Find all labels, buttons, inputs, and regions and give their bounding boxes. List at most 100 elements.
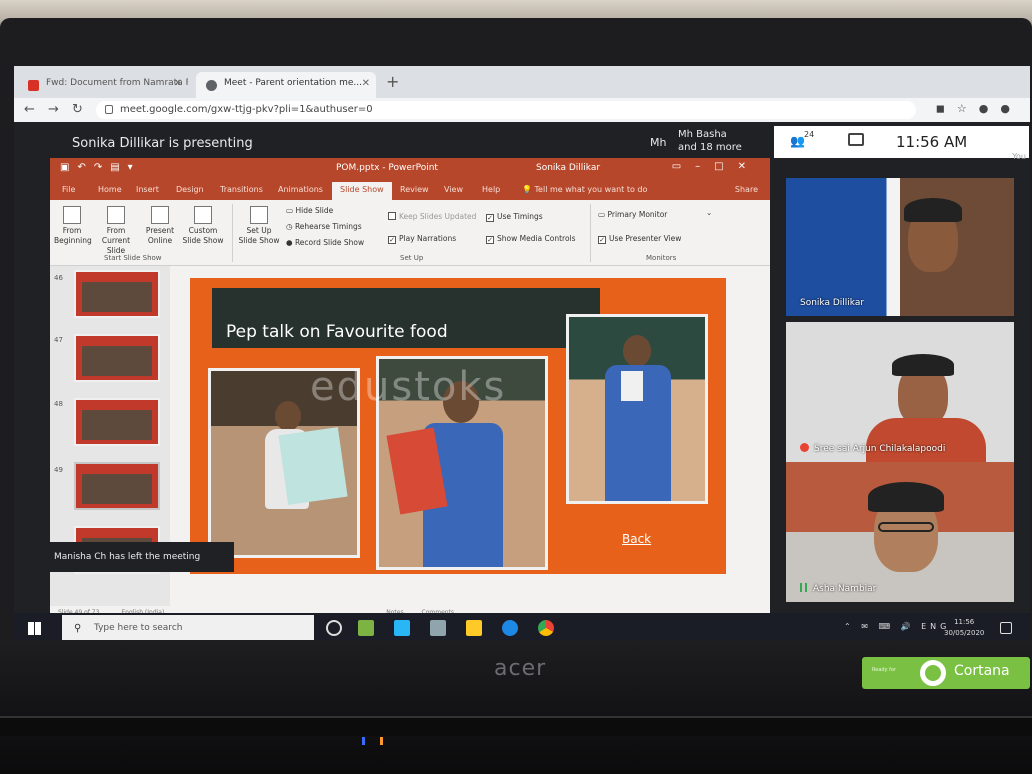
- participant-tile[interactable]: Sonika Dillikar: [786, 178, 1014, 316]
- tab-home[interactable]: Home: [98, 185, 122, 194]
- slide-thumbnail-selected[interactable]: [74, 462, 160, 510]
- monitor-select[interactable]: ▭ Primary Monitor: [598, 210, 667, 219]
- divider: [232, 204, 233, 262]
- thumbnail-image: [82, 410, 152, 440]
- thumbnail-image: [82, 474, 152, 504]
- participant-name: Sonika Dillikar: [800, 298, 865, 308]
- button-label: Hide Slide: [295, 206, 334, 215]
- back-arrow-icon[interactable]: ←: [24, 102, 35, 117]
- tab-transitions[interactable]: Transitions: [220, 185, 263, 194]
- tab-gmail[interactable]: Fwd: Document from Namrata R... ✕: [18, 72, 188, 98]
- ribbon-tabs: File Home Insert Design Transitions Anim…: [50, 180, 770, 200]
- media-controls-checkbox[interactable]: ✓ Show Media Controls: [486, 234, 576, 244]
- custom-show-icon: [194, 206, 212, 224]
- windows-start-icon[interactable]: [28, 622, 41, 635]
- keep-updated-checkbox[interactable]: Keep Slides Updated: [388, 212, 476, 221]
- window-controls[interactable]: ▭–□✕: [672, 161, 760, 172]
- system-tray[interactable]: ⌃ ✉ ⌨ 🔊 ENG: [844, 622, 950, 631]
- store-icon[interactable]: [430, 620, 446, 636]
- task-view-icon[interactable]: [326, 620, 342, 636]
- app-icon[interactable]: [394, 620, 410, 636]
- more-count: and 18 more: [678, 142, 742, 153]
- chat-icon[interactable]: [848, 133, 864, 146]
- taskbar-search[interactable]: ⚲ Type here to search: [62, 615, 314, 642]
- thumbnail-image: [82, 282, 152, 312]
- button-label: Record Slide Show: [294, 238, 365, 247]
- tab-meet[interactable]: Meet - Parent orientation me... ✕: [196, 72, 376, 98]
- app-icon[interactable]: [358, 620, 374, 636]
- participant-name: Asha Nambiar: [800, 583, 876, 594]
- custom-show-button[interactable]: Custom Slide Show: [180, 206, 226, 246]
- close-tab-icon[interactable]: ✕: [174, 78, 182, 89]
- quick-access-toolbar[interactable]: ▣↶↷▤▾: [60, 162, 141, 173]
- chrome-icon[interactable]: [538, 620, 554, 636]
- slide-thumbnail[interactable]: [74, 398, 160, 446]
- notification-icon[interactable]: [1000, 622, 1012, 634]
- participant-tile[interactable]: Sree sai Arjun Chilakalapoodi: [786, 322, 1014, 462]
- button-label: Custom Slide Show: [182, 226, 224, 245]
- present-online-button[interactable]: Present Online: [142, 206, 178, 246]
- status-led: [362, 737, 365, 745]
- new-tab-button[interactable]: +: [386, 72, 399, 91]
- tab-view[interactable]: View: [444, 185, 463, 194]
- group-label: Set Up: [400, 254, 424, 262]
- hide-slide-button[interactable]: ▭ Hide Slide: [286, 206, 333, 215]
- checkbox-label: Play Narrations: [399, 234, 457, 243]
- presenter-view-checkbox[interactable]: ✓ Use Presenter View: [598, 234, 681, 244]
- slide-title: Pep talk on Favourite food: [226, 322, 448, 342]
- checkbox: ✓: [486, 236, 494, 244]
- tell-me-search[interactable]: 💡 Tell me what you want to do: [522, 185, 647, 194]
- taskbar-date: 30/05/2020: [944, 629, 985, 637]
- checkbox: [388, 212, 396, 220]
- tab-slide-show[interactable]: Slide Show: [332, 182, 392, 200]
- checkbox: ✓: [388, 236, 396, 244]
- people-icon[interactable]: 👥: [790, 134, 805, 148]
- checkbox: ✓: [598, 236, 606, 244]
- tab-review[interactable]: Review: [400, 185, 429, 194]
- tab-insert[interactable]: Insert: [136, 185, 159, 194]
- select-value: Primary Monitor: [607, 210, 668, 219]
- participant-hair: [904, 198, 962, 222]
- meet-icon: [206, 80, 217, 91]
- extension-icons[interactable]: ◼☆●●: [936, 102, 1022, 115]
- chevron-down-icon[interactable]: ⌄: [706, 208, 712, 217]
- rehearse-button[interactable]: ◷ Rehearse Timings: [286, 222, 362, 231]
- tab-file[interactable]: File: [62, 185, 75, 194]
- tab-help[interactable]: Help: [482, 185, 500, 194]
- tab-animations[interactable]: Animations: [278, 185, 323, 194]
- group-label: Monitors: [646, 254, 677, 262]
- play-narrations-checkbox[interactable]: ✓ Play Narrations: [388, 234, 456, 244]
- share-button[interactable]: Share: [735, 185, 758, 194]
- slide-thumbnail[interactable]: [74, 270, 160, 318]
- shared-screen: ▣↶↷▤▾ POM.pptx - PowerPoint Sonika Dilli…: [50, 158, 770, 620]
- record-button[interactable]: ● Record Slide Show: [286, 238, 364, 247]
- participants-summary[interactable]: Mh Basha and 18 more: [678, 128, 742, 154]
- url-field[interactable]: meet.google.com/gxw-ttjg-pkv?pli=1&authu…: [96, 101, 916, 119]
- reload-icon[interactable]: ↻: [72, 102, 83, 117]
- slideshow-icon: [107, 206, 125, 224]
- slide-number: 47: [54, 336, 63, 344]
- button-label: From Beginning: [54, 226, 92, 245]
- checkbox: ✓: [486, 214, 494, 222]
- slideshow-icon: [63, 206, 81, 224]
- meeting-clock: 11:56 AM: [896, 133, 968, 151]
- ppt-title-bar: ▣↶↷▤▾ POM.pptx - PowerPoint Sonika Dilli…: [50, 158, 770, 180]
- use-timings-checkbox[interactable]: ✓ Use Timings: [486, 212, 543, 222]
- forward-arrow-icon[interactable]: →: [48, 102, 59, 117]
- meet-window: Sonika Dillikar is presenting Mh Mh Bash…: [14, 122, 1030, 644]
- slide-thumbnail[interactable]: [74, 334, 160, 382]
- back-link[interactable]: Back: [622, 532, 651, 546]
- button-label: Present Online: [145, 226, 175, 245]
- file-explorer-icon[interactable]: [466, 620, 482, 636]
- taskbar-clock[interactable]: 11:56 30/05/2020: [944, 617, 984, 639]
- button-label: Set Up Slide Show: [238, 226, 280, 245]
- participant-tile[interactable]: Asha Nambiar: [786, 462, 1014, 602]
- ribbon: From Beginning From Current Slide Presen…: [50, 200, 770, 266]
- from-beginning-button[interactable]: From Beginning: [54, 206, 92, 246]
- brand-logo: acer: [494, 656, 547, 681]
- set-up-show-button[interactable]: Set Up Slide Show: [238, 206, 280, 246]
- edge-icon[interactable]: [502, 620, 518, 636]
- from-current-button[interactable]: From Current Slide: [92, 206, 140, 256]
- close-tab-icon[interactable]: ✕: [362, 78, 370, 89]
- tab-design[interactable]: Design: [176, 185, 204, 194]
